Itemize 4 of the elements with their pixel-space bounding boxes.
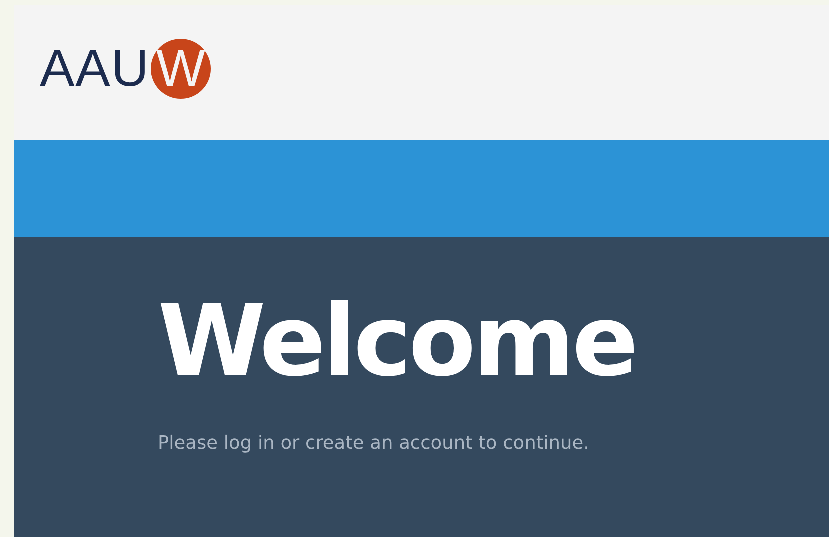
welcome-heading: Welcome <box>158 289 636 397</box>
logo-text[interactable]: AAU <box>40 42 150 94</box>
login-prompt: Please log in or create an account to continue. <box>158 432 590 454</box>
logo-badge[interactable]: W <box>150 38 211 98</box>
